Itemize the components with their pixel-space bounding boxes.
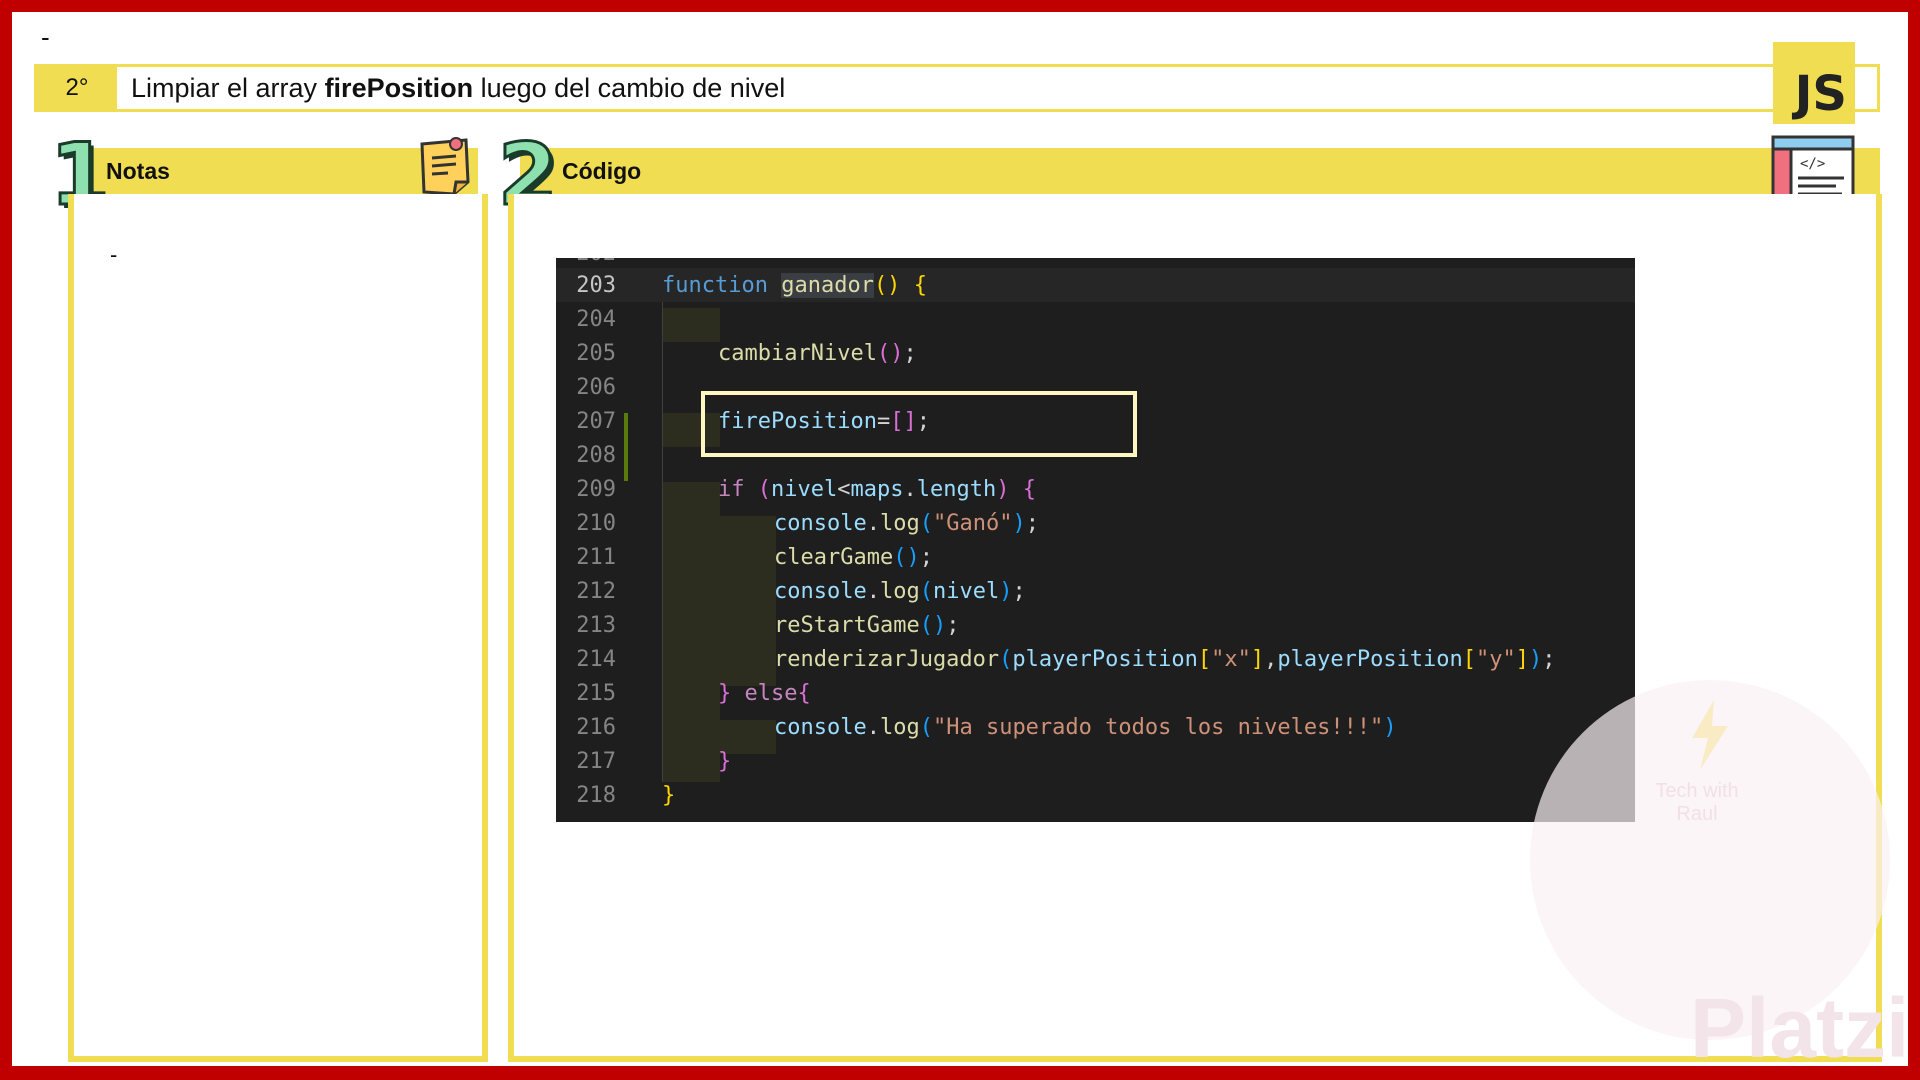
- line-number: 211: [576, 544, 616, 570]
- code-screenshot: 202 " 203 function ganador() { 204 205 c…: [556, 258, 1635, 822]
- code-text: console.log(nivel);: [774, 578, 1026, 604]
- notes-content: -: [110, 242, 118, 267]
- title-prefix: Limpiar el array: [131, 72, 325, 103]
- page-title: Limpiar el array firePosition luego del …: [117, 73, 785, 104]
- title-suffix: luego del cambio de nivel: [473, 72, 786, 103]
- code-text: clearGame();: [774, 544, 933, 570]
- code-header: Código: [520, 148, 1880, 194]
- code-text: console.log("Ha superado todos los nivel…: [774, 714, 1397, 740]
- code-text: } else{: [718, 680, 811, 706]
- top-dash: -: [41, 22, 50, 52]
- line-number: 207: [576, 408, 616, 434]
- line-number: 212: [576, 578, 616, 604]
- code-text: cambiarNivel();: [718, 340, 917, 366]
- line-number: 216: [576, 714, 616, 740]
- title-bold: firePosition: [324, 72, 474, 103]
- line-number: 203: [576, 272, 616, 298]
- code-label: Código: [562, 157, 642, 184]
- code-line: 213 reStartGame();: [556, 608, 1635, 642]
- code-line: 210 console.log("Ganó");: [556, 506, 1635, 540]
- code-line: 218 }: [556, 778, 1635, 812]
- code-text: console.log("Ganó");: [774, 510, 1039, 536]
- code-text: renderizarJugador(playerPosition["x"],pl…: [774, 646, 1556, 672]
- code-text: if (nivel<maps.length) {: [718, 476, 1036, 502]
- line-number: 208: [576, 442, 616, 468]
- code-line: 205 cambiarNivel();: [556, 336, 1635, 370]
- code-line: 209 if (nivel<maps.length) {: [556, 472, 1635, 506]
- watermark-brand: Platzi: [1690, 981, 1910, 1075]
- code-line: 203 function ganador() {: [556, 268, 1635, 302]
- code-text: }: [718, 748, 732, 774]
- step-number: 2°: [37, 67, 117, 109]
- line-number: 213: [576, 612, 616, 638]
- code-line: 204: [556, 302, 1635, 336]
- watermark-sub: Tech with Raul: [1655, 780, 1739, 825]
- header-bar: 2° Limpiar el array firePosition luego d…: [34, 64, 1880, 112]
- line-number: 210: [576, 510, 616, 536]
- code-line: 217 }: [556, 744, 1635, 778]
- code-line: 214 renderizarJugador(playerPosition["x"…: [556, 642, 1635, 676]
- sticky-note-icon: [416, 136, 472, 196]
- line-number: 214: [576, 646, 616, 672]
- line-number: 215: [576, 680, 616, 706]
- notes-panel: [68, 194, 488, 1062]
- line-number: 204: [576, 306, 616, 332]
- code-line: 215 } else{: [556, 676, 1635, 710]
- code-text: reStartGame();: [774, 612, 960, 638]
- line-number: 218: [576, 782, 616, 808]
- highlight-box: [701, 391, 1137, 457]
- code-text: function ganador() {: [662, 272, 927, 298]
- code-text: ": [664, 258, 677, 266]
- line-number: 206: [576, 374, 616, 400]
- code-line: 211 clearGame();: [556, 540, 1635, 574]
- line-number: 202: [556, 258, 616, 266]
- code-line: 212 console.log(nivel);: [556, 574, 1635, 608]
- line-number: 205: [576, 340, 616, 366]
- line-number: 209: [576, 476, 616, 502]
- code-line: 216 console.log("Ha superado todos los n…: [556, 710, 1635, 744]
- line-number: 217: [576, 748, 616, 774]
- notes-label: Notas: [106, 157, 170, 184]
- js-logo: JS: [1773, 42, 1855, 124]
- lightning-icon: [1688, 700, 1732, 775]
- svg-text:</>: </>: [1800, 156, 1825, 172]
- code-text: }: [662, 782, 676, 808]
